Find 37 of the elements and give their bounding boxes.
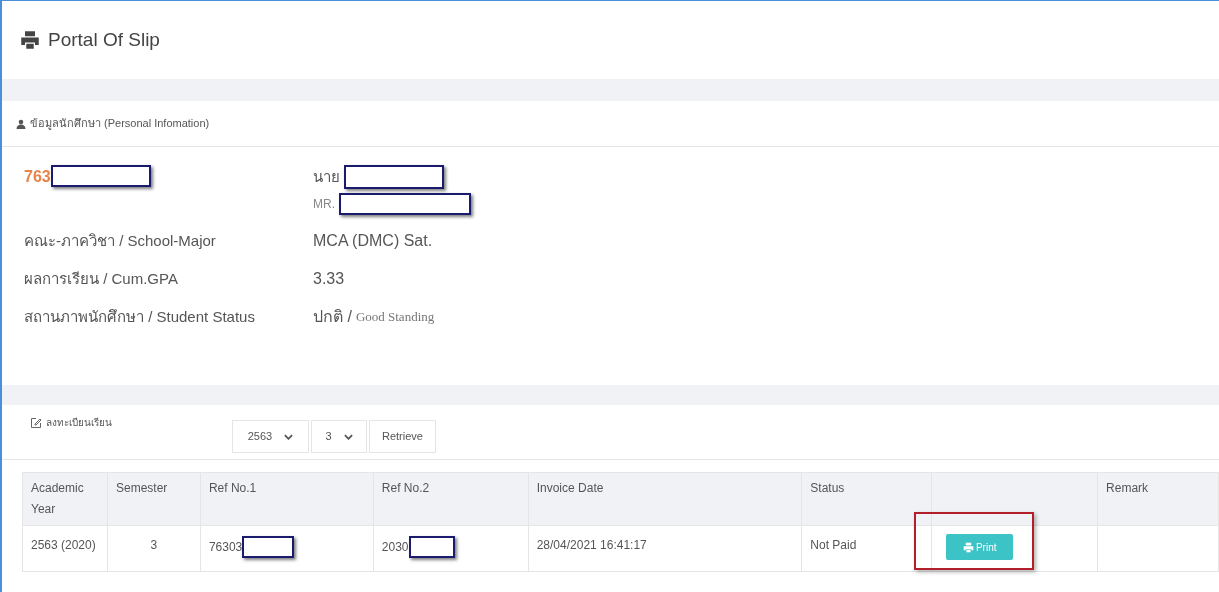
field-value: MCA (DMC) Sat.: [313, 231, 433, 251]
section-heading: ลงทะเบียนเรียน: [46, 416, 112, 430]
field-value: 3.33: [313, 269, 345, 289]
printer-icon: [20, 30, 40, 50]
section-heading: ข้อมูลนักศึกษา (Personal Infomation): [30, 116, 210, 132]
column-header: Semester: [115, 481, 168, 495]
student-id: 763: [24, 167, 51, 187]
dropdown[interactable]: 3: [311, 420, 367, 453]
printer-icon: [962, 541, 974, 553]
table-cell-text: 76303: [208, 539, 243, 556]
dropdown[interactable]: 2563: [232, 420, 309, 453]
redaction-box: [408, 536, 455, 558]
redaction-box: [242, 536, 295, 558]
field-value: ปกติ /: [313, 307, 352, 327]
table-cell: 28/04/2021 16:41:17: [536, 538, 647, 552]
table-cell: 3: [150, 538, 158, 552]
name-prefix: MR.: [313, 196, 335, 213]
page-title: Portal Of Slip: [48, 27, 160, 52]
user-icon: [16, 118, 26, 129]
column-header: Invoice Date: [536, 481, 604, 495]
edit-icon: [30, 416, 42, 429]
retrieve-button[interactable]: Retrieve: [369, 420, 436, 453]
column-header: Ref No.1: [208, 481, 257, 495]
column-header: Status: [810, 481, 845, 495]
column-header: Remark: [1106, 481, 1149, 495]
name-prefix: นาย: [313, 166, 340, 187]
chevron-icon: [284, 433, 294, 440]
table-cell: Not Paid: [810, 538, 857, 552]
field-label: ผลการเรียน / Cum.GPA: [24, 268, 179, 289]
chevron-icon: [343, 433, 353, 440]
table-cell: 2563 (2020): [31, 538, 96, 552]
field-label: สถานภาพนักศึกษา / Student Status: [24, 306, 256, 327]
column-header: Academic Year: [31, 481, 84, 516]
field-note: Good Standing: [355, 308, 435, 327]
column-header: Ref No.2: [381, 481, 430, 495]
field-label: คณะ-ภาควิชา / School-Major: [24, 230, 217, 251]
table-cell-text: 2030: [381, 539, 409, 556]
